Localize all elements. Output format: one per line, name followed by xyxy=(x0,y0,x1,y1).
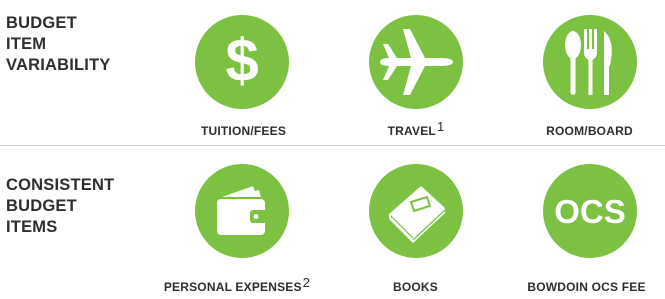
airplane-icon xyxy=(369,15,463,109)
consistent-budget-items-heading: CONSISTENT BUDGET ITEMS xyxy=(6,175,114,238)
heading-line: ITEM xyxy=(6,35,47,53)
fork-knife-spoon-icon xyxy=(543,15,637,109)
svg-text:$: $ xyxy=(225,27,258,94)
books-caption: BOOKS xyxy=(392,280,438,294)
travel-caption: TRAVEL1 xyxy=(387,119,445,138)
wallet-icon xyxy=(195,164,289,258)
personal-expenses-caption: PERSONAL EXPENSES2 xyxy=(163,275,311,294)
heading-line: CONSISTENT xyxy=(6,176,115,194)
tuition-fees-caption: TUITION/FEES xyxy=(200,124,287,138)
heading-line: ITEMS xyxy=(6,218,58,236)
svg-text:OCS: OCS xyxy=(554,193,626,230)
budget-item-variability-heading: BUDGET ITEM VARIABILITY xyxy=(6,13,111,76)
bowdoin-ocs-fee-caption: BOWDOIN OCS FEE xyxy=(527,280,646,294)
book-icon xyxy=(369,164,463,258)
heading-line: BUDGET xyxy=(6,197,77,215)
ocs-icon: OCS xyxy=(543,164,637,258)
section-divider xyxy=(0,145,665,146)
room-board-caption: ROOM/BOARD xyxy=(546,124,633,138)
dollar-icon: $ xyxy=(195,15,289,109)
heading-line: BUDGET xyxy=(6,14,77,32)
heading-line: VARIABILITY xyxy=(6,56,111,74)
